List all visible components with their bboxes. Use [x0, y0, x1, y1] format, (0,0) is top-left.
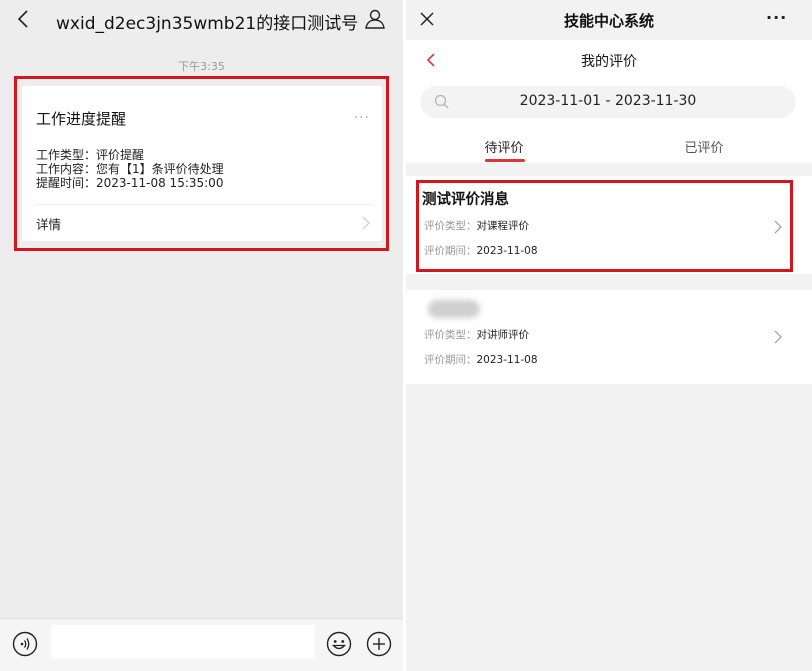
item-period: 评价期间：2023-11-08 — [424, 354, 538, 366]
voice-icon[interactable] — [12, 631, 38, 657]
item-type: 评价类型：对讲师评价 — [424, 329, 529, 341]
chat-header: wxid_d2ec3jn35wmb21的接口测试号 — [0, 0, 403, 40]
message-input[interactable] — [51, 625, 315, 659]
tab-pending[interactable]: 待评价 — [464, 137, 544, 156]
active-tab-indicator — [485, 159, 525, 162]
blurred-title — [428, 300, 480, 318]
chat-input-bar — [0, 618, 403, 671]
date-range-text: 2023-11-01 - 2023-11-30 — [519, 93, 697, 109]
chat-panel: wxid_d2ec3jn35wmb21的接口测试号 下午3:35 工作进度提醒 … — [0, 0, 403, 671]
page-header: 我的评价 2023-11-01 - 2023-11-30 待评价 已评价 — [406, 40, 812, 163]
date-range-filter[interactable]: 2023-11-01 - 2023-11-30 — [420, 86, 796, 118]
list-item[interactable]: 评价类型：对讲师评价 评价期间：2023-11-08 — [406, 290, 812, 384]
plus-icon[interactable] — [366, 631, 392, 657]
message-timestamp: 下午3:35 — [178, 60, 225, 73]
back-icon[interactable] — [16, 8, 30, 30]
chevron-right-icon — [774, 330, 782, 344]
person-icon[interactable] — [364, 8, 386, 30]
evaluation-panel: 技能中心系统 ··· 我的评价 2023-11-01 - 2023-11-30 … — [406, 0, 812, 671]
miniapp-header: 技能中心系统 ··· — [406, 0, 812, 40]
highlight-box — [416, 180, 793, 272]
more-icon[interactable]: ··· — [766, 8, 787, 27]
tab-completed[interactable]: 已评价 — [664, 137, 744, 156]
chat-title: wxid_d2ec3jn35wmb21的接口测试号 — [56, 14, 359, 34]
page-title: 我的评价 — [581, 54, 637, 70]
app-title: 技能中心系统 — [563, 12, 654, 30]
highlight-box — [14, 76, 389, 251]
emoji-icon[interactable] — [326, 631, 352, 657]
